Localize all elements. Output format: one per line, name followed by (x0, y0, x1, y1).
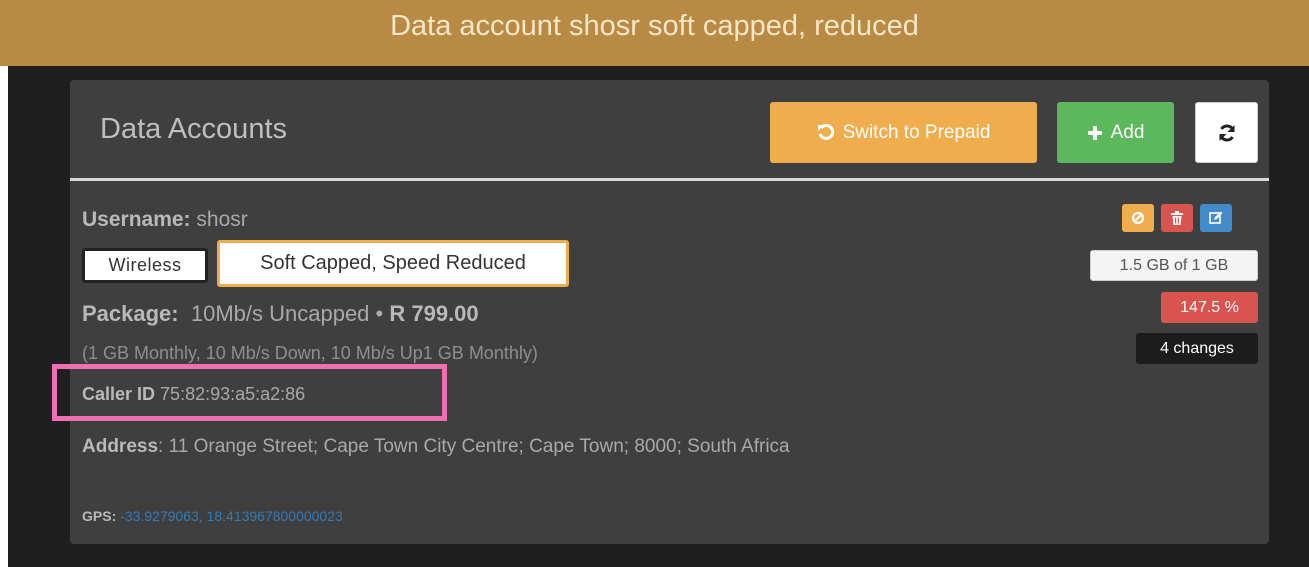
undo-icon (817, 123, 835, 142)
gps-line: GPS: -33.9279063, 18.413967800000023 (82, 508, 343, 524)
refresh-button[interactable] (1195, 102, 1258, 163)
cap-status-tag: Soft Capped, Speed Reduced (217, 240, 569, 287)
panel-title: Data Accounts (100, 113, 287, 145)
switch-to-prepaid-label: Switch to Prepaid (842, 121, 991, 143)
package-label: Package: (82, 301, 179, 326)
edit-account-button[interactable] (1200, 204, 1232, 232)
caller-id-label: Caller ID (82, 384, 156, 404)
username-label: Username: (82, 208, 191, 231)
trash-icon (1171, 211, 1183, 225)
delete-account-button[interactable] (1161, 204, 1193, 232)
address-value: : 11 Orange Street; Cape Town City Centr… (158, 436, 790, 457)
package-line: Package: 10Mb/s Uncapped • R 799.00 (82, 301, 479, 327)
status-banner: Data account shosr soft capped, reduced (0, 0, 1309, 66)
usage-label: 1.5 GB of 1 GB (1090, 250, 1258, 281)
gps-label: GPS: (82, 508, 117, 524)
switch-to-prepaid-button[interactable]: Switch to Prepaid (770, 102, 1037, 163)
package-price: R 799.00 (389, 301, 479, 326)
disable-account-button[interactable] (1122, 204, 1154, 232)
caller-id-line: Caller ID 75:82:93:a5:a2:86 (82, 384, 305, 405)
gps-link[interactable]: -33.9279063, 18.413967800000023 (120, 508, 343, 524)
package-details: (1 GB Monthly, 10 Mb/s Down, 10 Mb/s Up1… (82, 343, 538, 363)
banner-text: Data account shosr soft capped, reduced (390, 10, 919, 42)
add-label: Add (1110, 121, 1145, 143)
refresh-icon (1217, 123, 1237, 143)
usage-percent-badge: 147.5 % (1161, 292, 1258, 323)
panel-header: Data Accounts Switch to Prepaid Add (70, 80, 1269, 181)
address-label: Address (82, 436, 159, 457)
address-line: Address: 11 Orange Street; Cape Town Cit… (82, 428, 962, 466)
edit-icon (1209, 211, 1223, 225)
package-name: 10Mb/s Uncapped • (190, 301, 384, 326)
data-accounts-panel: Data Accounts Switch to Prepaid Add User… (70, 80, 1269, 544)
add-button[interactable]: Add (1057, 102, 1174, 163)
caller-id-value: 75:82:93:a5:a2:86 (160, 384, 306, 404)
username-line: Username: shosr (82, 208, 248, 232)
connection-type-tag: Wireless (82, 248, 208, 283)
plus-icon (1087, 125, 1103, 141)
username-value: shosr (196, 208, 248, 231)
ban-icon (1131, 211, 1145, 225)
page-edge (0, 66, 8, 567)
changes-badge: 4 changes (1136, 333, 1258, 364)
